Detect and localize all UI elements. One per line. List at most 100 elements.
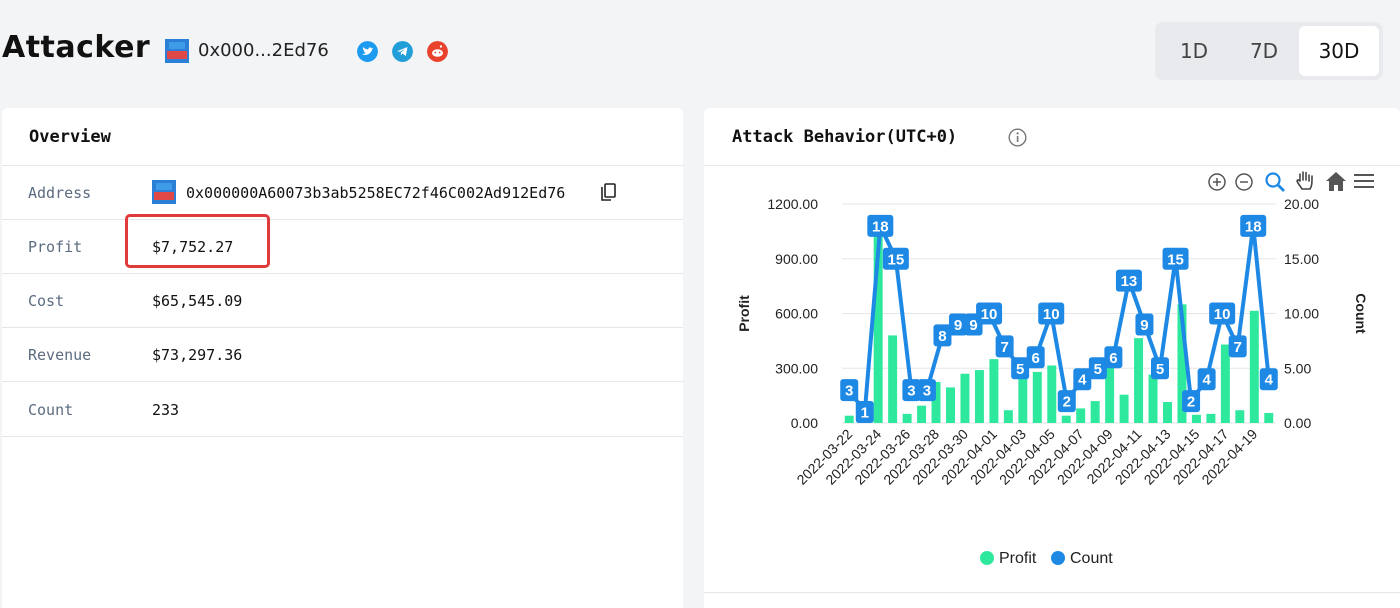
profit-bar	[1061, 415, 1071, 423]
profit-bar	[1235, 410, 1245, 423]
reddit-icon[interactable]	[427, 41, 448, 62]
attack-behavior-title: Attack Behavior(UTC+0)	[732, 127, 958, 147]
zoom-out-icon[interactable]	[1234, 172, 1254, 192]
cost-value: $65,545.09	[152, 292, 243, 310]
profit-bar	[974, 370, 984, 423]
count-data-label: 10	[1214, 306, 1231, 323]
profit-label: Profit	[28, 238, 83, 256]
page: Attacker 0x000...2Ed76 1D 7D 30D Overvie…	[0, 0, 1400, 608]
address-value[interactable]: 0x000000A60073b3ab5258EC72f46C002Ad912Ed…	[186, 184, 565, 202]
page-title: Attacker	[2, 30, 151, 65]
y-right-axis-label: Count	[1353, 293, 1369, 334]
address-label: Address	[28, 184, 92, 202]
profit-bar	[1047, 365, 1057, 423]
profit-bar	[946, 387, 955, 423]
menu-icon[interactable]	[1353, 172, 1375, 190]
legend-count-marker	[1051, 551, 1065, 565]
home-icon[interactable]	[1324, 171, 1348, 192]
profit-bar	[1163, 402, 1172, 423]
divider	[2, 327, 683, 328]
profit-bar	[1090, 401, 1100, 423]
profit-bar	[902, 413, 912, 423]
profit-bar	[1220, 344, 1230, 423]
profit-bar	[1032, 371, 1042, 423]
divider	[704, 165, 1400, 166]
profit-bar	[960, 373, 970, 423]
count-data-label: 15	[1167, 251, 1184, 268]
profit-bar	[1003, 410, 1013, 423]
copy-icon[interactable]	[601, 183, 616, 201]
count-data-label: 7	[1000, 339, 1008, 356]
address-avatar-small	[152, 180, 176, 204]
count-data-label: 9	[954, 317, 962, 334]
profit-bar	[1264, 412, 1274, 423]
divider	[2, 436, 683, 437]
timeframe-switcher: 1D 7D 30D	[1155, 22, 1383, 80]
y-left-tick-label: 1200.00	[767, 196, 818, 212]
revenue-label: Revenue	[28, 346, 92, 364]
profit-bar	[1119, 394, 1129, 423]
divider	[2, 219, 683, 220]
address-avatar	[165, 39, 189, 63]
count-data-label: 18	[872, 218, 889, 235]
divider	[2, 381, 683, 382]
count-data-label: 4	[1078, 372, 1087, 389]
overview-title: Overview	[29, 127, 111, 147]
profit-bar	[1134, 338, 1144, 423]
profit-bar	[844, 415, 854, 423]
y-right-tick-label: 0.00	[1284, 415, 1311, 431]
info-icon[interactable]	[1008, 128, 1027, 147]
divider	[2, 273, 683, 274]
count-data-label: 2	[1187, 394, 1195, 411]
y-right-tick-label: 10.00	[1284, 306, 1319, 322]
y-left-tick-label: 900.00	[775, 251, 818, 267]
y-right-tick-label: 20.00	[1284, 196, 1319, 212]
count-data-label: 5	[1016, 361, 1024, 378]
profit-bar	[1206, 413, 1216, 423]
count-data-label: 10	[981, 306, 998, 323]
count-data-label: 9	[1140, 317, 1148, 334]
count-data-label: 10	[1043, 306, 1060, 323]
profit-bar	[1076, 408, 1086, 423]
zoom-in-icon[interactable]	[1207, 172, 1227, 192]
count-data-label: 5	[1094, 361, 1102, 378]
profit-bar	[917, 405, 927, 423]
y-left-tick-label: 0.00	[791, 415, 818, 431]
profit-bar	[1148, 374, 1158, 423]
legend-profit-label: Profit	[999, 550, 1037, 567]
count-data-label: 15	[888, 251, 905, 268]
count-data-label: 5	[1156, 361, 1164, 378]
legend-count-label: Count	[1070, 550, 1113, 567]
profit-highlight-box	[125, 214, 270, 268]
y-right-tick-label: 5.00	[1284, 360, 1311, 376]
count-data-label: 8	[938, 328, 946, 345]
count-data-label: 6	[1032, 350, 1040, 367]
profit-bar	[888, 335, 898, 423]
count-data-label: 13	[1121, 273, 1138, 290]
telegram-icon[interactable]	[392, 41, 413, 62]
attack-behavior-chart: 0.00 300.00 600.00 900.00 1200.00 0.00 5.00 10.…	[736, 196, 1369, 567]
y-right-tick-label: 15.00	[1284, 251, 1319, 267]
count-data-label: 7	[1234, 339, 1242, 356]
divider	[2, 165, 683, 166]
short-address[interactable]: 0x000...2Ed76	[198, 40, 329, 61]
timeframe-7d-button[interactable]: 7D	[1229, 26, 1299, 76]
revenue-value: $73,297.36	[152, 346, 243, 364]
count-data-label: 4	[1265, 372, 1274, 389]
count-data-label: 6	[1109, 350, 1117, 367]
timeframe-30d-button[interactable]: 30D	[1299, 26, 1379, 76]
twitter-icon[interactable]	[357, 41, 378, 62]
count-data-label: 1	[861, 405, 869, 422]
count-data-label: 2	[1063, 394, 1071, 411]
y-left-tick-label: 300.00	[775, 360, 818, 376]
count-data-label: 3	[923, 383, 931, 400]
legend-profit-marker	[980, 551, 994, 565]
profit-bar	[1191, 414, 1201, 423]
overview-card	[2, 108, 683, 608]
profit-bar	[989, 359, 999, 423]
count-value: 233	[152, 401, 180, 419]
cost-label: Cost	[28, 292, 65, 310]
count-data-label: 3	[845, 383, 853, 400]
profit-bar	[1249, 310, 1259, 423]
timeframe-1d-button[interactable]: 1D	[1159, 26, 1229, 76]
